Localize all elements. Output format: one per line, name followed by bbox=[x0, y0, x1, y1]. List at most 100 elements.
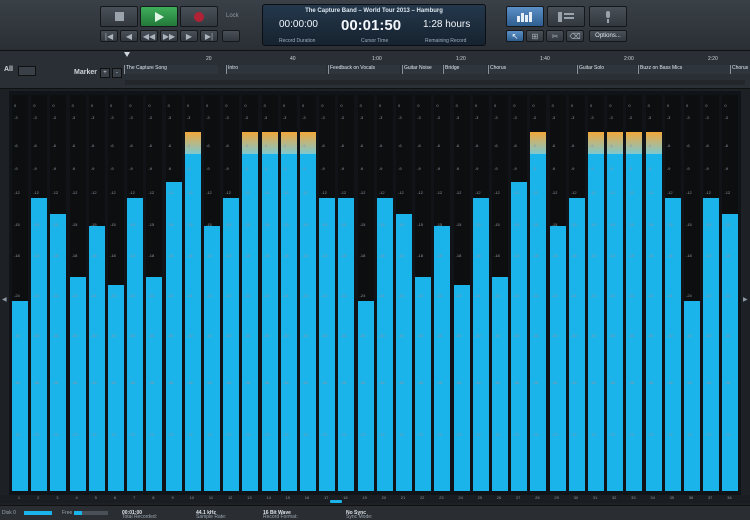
marker[interactable]: Guitar Noise bbox=[402, 65, 442, 74]
play-button[interactable] bbox=[140, 6, 178, 27]
meter-scale-label: -48 bbox=[647, 380, 654, 386]
prev-button[interactable]: ◀ bbox=[120, 30, 138, 42]
channel-number: 11 bbox=[208, 495, 214, 500]
marker[interactable]: Feedback on Vocals bbox=[328, 65, 400, 74]
meter-scale-label: -9 bbox=[52, 166, 56, 172]
meter-scale-label: -18 bbox=[570, 253, 577, 259]
channel-number: 33 bbox=[631, 495, 636, 500]
forward-button[interactable]: ▶▶ bbox=[160, 30, 178, 42]
channel-number: 32 bbox=[611, 495, 617, 500]
meter-scale-label: -24 bbox=[551, 293, 558, 298]
meter-scale-label: -6 bbox=[705, 142, 709, 148]
meter-scale-label: -48 bbox=[90, 380, 97, 386]
meter-scale-label: -72 bbox=[167, 431, 174, 437]
channel-meter: 0 -3 -6 -9 -12 -15 -18 -24 -30 -48 -72 bbox=[319, 95, 336, 491]
scroll-right-icon[interactable]: ▶ bbox=[743, 296, 748, 303]
rewind-button[interactable]: ◀◀ bbox=[140, 30, 158, 42]
meter-scale-label: -18 bbox=[705, 253, 711, 259]
meter-scale-label: -24 bbox=[110, 293, 116, 298]
meter-scale-label: -72 bbox=[378, 431, 385, 437]
meter-scale-label: -24 bbox=[302, 293, 308, 298]
split-tool-icon: ✂ bbox=[551, 31, 559, 41]
meter-scale-label: -30 bbox=[570, 332, 577, 338]
meter-scale-label: -72 bbox=[321, 431, 327, 437]
meter-scale-label: -30 bbox=[206, 332, 212, 338]
channel-meter: 0 -3 -6 -9 -12 -15 -18 -24 -30 -48 -72 bbox=[31, 95, 48, 491]
channel-scroll-thumb[interactable] bbox=[330, 500, 342, 503]
playhead[interactable] bbox=[124, 52, 130, 57]
meter-scale-label: -6 bbox=[628, 142, 632, 148]
meter-scale-label: -6 bbox=[71, 142, 76, 148]
meter-scale-label: -72 bbox=[551, 431, 558, 437]
meter-scale-label: -30 bbox=[609, 332, 615, 338]
meter-view-button[interactable] bbox=[506, 6, 544, 27]
meter-scale-label: -72 bbox=[186, 431, 193, 437]
meter-scale-label: -12 bbox=[33, 190, 39, 196]
eraser-tool-button[interactable]: ⌫ bbox=[566, 30, 584, 42]
all-label: All bbox=[4, 66, 13, 73]
next-button[interactable]: ▶ bbox=[180, 30, 198, 42]
range-tool-button[interactable]: ⊞ bbox=[526, 30, 544, 42]
split-tool-button[interactable]: ✂ bbox=[546, 30, 564, 42]
options-button[interactable]: Options... bbox=[589, 30, 627, 42]
meter-scale-label: -15 bbox=[52, 221, 59, 227]
marker[interactable]: Chorus bbox=[730, 65, 750, 74]
channel-number: 14 bbox=[266, 495, 271, 500]
meter-scale-label: -3 bbox=[609, 114, 613, 120]
meter-scale-label: -72 bbox=[52, 431, 59, 437]
meter-scale-label: -15 bbox=[186, 221, 193, 227]
meter-scale-label: -48 bbox=[263, 380, 270, 386]
eraser-tool-icon: ⌫ bbox=[569, 31, 581, 41]
meter-scale-label: -6 bbox=[129, 142, 133, 148]
meter-scale-label: -15 bbox=[436, 221, 443, 227]
sample-rate-label: Sample Rate: bbox=[196, 514, 227, 520]
meter-scale-label: -3 bbox=[321, 114, 325, 120]
meter-scale-label: -72 bbox=[71, 431, 78, 437]
stop-button[interactable] bbox=[100, 6, 138, 27]
meter-scale-label: 0 bbox=[263, 102, 266, 108]
meter-scale-label: -3 bbox=[647, 114, 652, 120]
channel-number: 36 bbox=[688, 495, 694, 500]
meter-scale-label: -48 bbox=[52, 380, 59, 386]
meter-scale-label: -48 bbox=[570, 380, 577, 386]
record-button[interactable] bbox=[180, 6, 218, 27]
meter-scale-label: -72 bbox=[570, 431, 577, 437]
loop-button[interactable] bbox=[222, 30, 240, 42]
meter-level bbox=[280, 154, 297, 491]
scroll-left-icon[interactable]: ◀ bbox=[2, 296, 7, 303]
marker[interactable]: Buzz on Bass Mics bbox=[638, 65, 730, 74]
meter-scale-label: -12 bbox=[52, 190, 59, 196]
marker[interactable]: The Capture Song bbox=[124, 65, 218, 74]
channel-number: 23 bbox=[439, 495, 444, 500]
meter-scale-label: -3 bbox=[666, 114, 671, 120]
meter-scale-label: -48 bbox=[282, 380, 289, 386]
marker[interactable]: Chorus bbox=[488, 65, 576, 74]
meter-scale-label: -15 bbox=[263, 221, 270, 227]
meter-scale-label: -15 bbox=[33, 221, 39, 227]
overview-strip[interactable] bbox=[125, 80, 745, 85]
cursor-time-label: Cursor Time bbox=[361, 38, 389, 44]
all-toggle[interactable] bbox=[18, 66, 36, 76]
meter-scale-label: -24 bbox=[186, 293, 193, 298]
meter-scale-label: -15 bbox=[705, 221, 711, 227]
meter-scale-label: -48 bbox=[167, 380, 174, 386]
channel-number: 17 bbox=[323, 495, 329, 500]
meter-scale-label: -9 bbox=[225, 166, 229, 172]
mic-button[interactable] bbox=[589, 6, 627, 27]
remove-marker-button[interactable]: - bbox=[112, 68, 122, 78]
meter-scale-label: -15 bbox=[359, 221, 366, 227]
meter-scale-label: -12 bbox=[282, 190, 289, 196]
marker[interactable]: Bridge bbox=[443, 65, 487, 74]
meter-scale-label: -48 bbox=[359, 380, 366, 386]
track-view-button[interactable] bbox=[547, 6, 585, 27]
marker[interactable]: Intro bbox=[226, 65, 326, 74]
meter-level bbox=[607, 154, 624, 491]
marker[interactable]: Guitar Solo bbox=[577, 65, 637, 74]
meter-scale-label: -6 bbox=[244, 142, 248, 148]
skip-start-button[interactable]: |◀ bbox=[100, 30, 118, 42]
add-marker-button[interactable]: + bbox=[100, 68, 110, 78]
channel-meter: 0 -3 -6 -9 -12 -15 -18 -24 -30 -48 -72 bbox=[415, 95, 432, 491]
meter-scale-label: -24 bbox=[282, 293, 289, 298]
pointer-tool-button[interactable]: ↖ bbox=[506, 30, 524, 42]
skip-end-button[interactable]: ▶| bbox=[200, 30, 218, 42]
